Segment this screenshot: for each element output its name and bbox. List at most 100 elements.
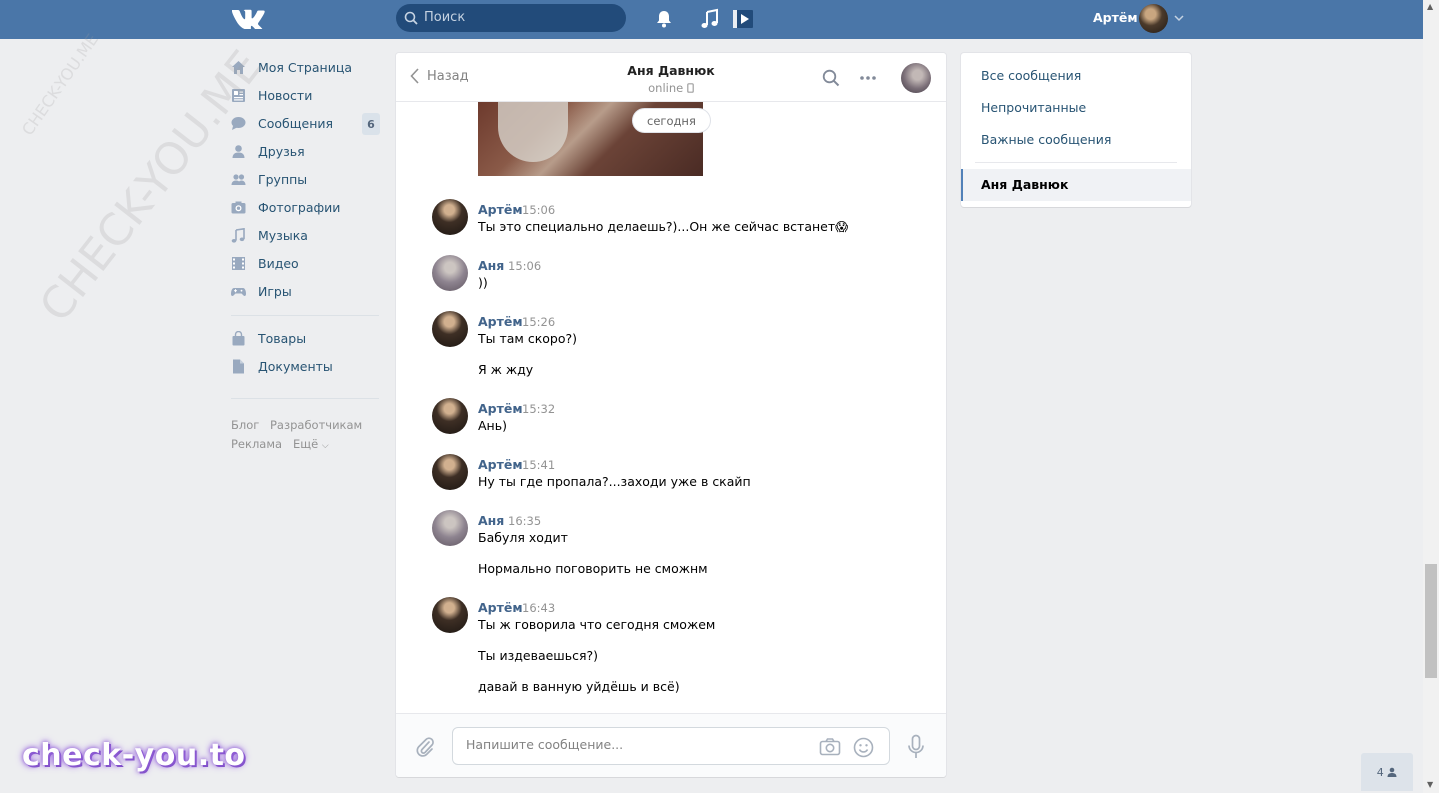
message-author[interactable]: Аня (478, 258, 504, 273)
nav-item-market[interactable]: Товары (231, 326, 381, 350)
message-time[interactable]: 15:26 (522, 315, 555, 329)
menu-item-all-messages[interactable]: Все сообщения (981, 68, 1081, 83)
message-text: Я ж жду (478, 362, 534, 377)
message-time[interactable]: 15:06 (508, 259, 541, 273)
nav-divider (231, 315, 379, 316)
mobile-icon (687, 83, 694, 93)
friends-online-button[interactable]: 4 (1361, 753, 1413, 791)
friends-icon (232, 144, 245, 158)
message-avatar[interactable] (432, 398, 468, 434)
user-avatar[interactable] (1139, 4, 1168, 33)
message-text: Нормально поговорить не сможнм (478, 561, 708, 576)
chat-panel: Назад Аня Давнюк online сегодня Артём 15… (396, 53, 946, 777)
message-text: Ты ж говорила что сегодня сможем (478, 617, 716, 632)
message-avatar[interactable] (432, 255, 468, 291)
nav-item-my-page[interactable]: Моя Страница (231, 55, 381, 79)
message-input-box[interactable] (452, 727, 890, 765)
message-author[interactable]: Артём (478, 202, 523, 217)
scroll-up-arrow-icon[interactable]: ▲ (1427, 2, 1433, 11)
nav-item-label: Товары (258, 330, 307, 346)
chat-header: Назад Аня Давнюк online (396, 53, 946, 102)
games-icon (231, 287, 246, 296)
nav-item-friends[interactable]: Друзья (231, 139, 381, 163)
message-author[interactable]: Артём (478, 401, 523, 416)
home-icon (232, 60, 245, 74)
microphone-icon[interactable] (906, 734, 926, 760)
message-input[interactable] (466, 737, 806, 752)
message-avatar[interactable] (432, 454, 468, 490)
message-text: Бабуля ходит (478, 530, 568, 545)
scroll-down-arrow-icon[interactable]: ▼ (1427, 780, 1433, 789)
nav-item-messages[interactable]: Сообщения (231, 111, 381, 135)
play-icon[interactable] (732, 8, 754, 30)
menu-item-important[interactable]: Важные сообщения (981, 132, 1111, 147)
music-note-icon[interactable] (699, 8, 721, 30)
nav-divider (231, 398, 379, 399)
user-name[interactable]: Артём (1093, 10, 1138, 25)
nav-item-groups[interactable]: Группы (231, 167, 381, 191)
message-time[interactable]: 16:43 (522, 601, 555, 615)
watermark-text: CHECK-YOU.ME (18, 30, 103, 139)
message-avatar[interactable] (432, 597, 468, 633)
nav-item-label: Документы (258, 358, 333, 374)
footer-link-developers[interactable]: Разработчикам (270, 418, 362, 432)
documents-icon (233, 359, 244, 373)
smile-icon[interactable] (853, 737, 874, 758)
message-time[interactable]: 16:35 (508, 514, 541, 528)
active-chat-label: Аня Давнюк (981, 177, 1069, 192)
footer-link-blog[interactable]: Блог (231, 418, 259, 432)
search-icon[interactable] (822, 69, 840, 87)
nav-item-label: Музыка (258, 227, 308, 243)
nav-item-label: Игры (258, 283, 292, 299)
message-author[interactable]: Аня (478, 513, 504, 528)
message-avatar[interactable] (432, 199, 468, 235)
message-author[interactable]: Артём (478, 314, 523, 329)
message-text: Ты это специально делаешь?)...Он же сейч… (478, 219, 849, 234)
message-time[interactable]: 15:32 (522, 402, 555, 416)
nav-item-photos[interactable]: Фотографии (231, 195, 381, 219)
chat-avatar[interactable] (901, 63, 931, 93)
footer-link-ads[interactable]: Реклама (231, 437, 282, 451)
message-text: Ты там скоро?) (478, 331, 577, 346)
page-scrollbar[interactable]: ▲ ▼ (1423, 0, 1439, 793)
message-composer (396, 713, 946, 777)
nav-item-label: Моя Страница (258, 59, 352, 75)
nav-item-games[interactable]: Игры (231, 279, 381, 303)
vk-logo[interactable] (231, 7, 265, 29)
message-text: )) (478, 275, 488, 290)
search-placeholder: Поиск (424, 10, 466, 25)
nav-item-news[interactable]: Новости (231, 83, 381, 107)
more-icon[interactable] (859, 69, 877, 87)
message-time[interactable]: 15:41 (522, 458, 555, 472)
message-author[interactable]: Артём (478, 600, 523, 615)
nav-item-label: Друзья (258, 143, 305, 159)
nav-item-music[interactable]: Музыка (231, 223, 381, 247)
footer-link-more[interactable]: Ещё ⌵ (293, 437, 329, 451)
message-time[interactable]: 15:06 (522, 203, 555, 217)
menu-item-unread[interactable]: Непрочитанные (981, 100, 1086, 115)
nav-item-label: Сообщения (258, 115, 334, 131)
groups-icon (231, 173, 246, 185)
chevron-down-icon: ⌵ (321, 441, 329, 451)
nav-item-video[interactable]: Видео (231, 251, 381, 275)
search-icon (404, 11, 418, 25)
message-avatar[interactable] (432, 311, 468, 347)
news-icon (232, 88, 245, 102)
bell-icon[interactable] (653, 8, 675, 30)
nav-item-documents[interactable]: Документы (231, 354, 381, 378)
message-author[interactable]: Артём (478, 457, 523, 472)
message-text: давай в ванную уйдёшь и всё) (478, 679, 680, 694)
scroll-thumb[interactable] (1425, 564, 1437, 678)
chevron-down-icon[interactable] (1173, 12, 1185, 24)
camera-icon[interactable] (819, 737, 841, 757)
messages-icon (231, 116, 246, 130)
market-icon (232, 330, 245, 345)
menu-item-active-chat[interactable]: Аня Давнюк (961, 169, 1191, 201)
photos-icon (231, 201, 246, 213)
friends-online-count: 4 (1376, 765, 1384, 779)
nav-item-label: Фотографии (258, 199, 341, 215)
paperclip-icon[interactable] (415, 736, 435, 758)
search-box[interactable]: Поиск (396, 4, 626, 32)
message-avatar[interactable] (432, 510, 468, 546)
nav-item-label: Новости (258, 87, 313, 103)
